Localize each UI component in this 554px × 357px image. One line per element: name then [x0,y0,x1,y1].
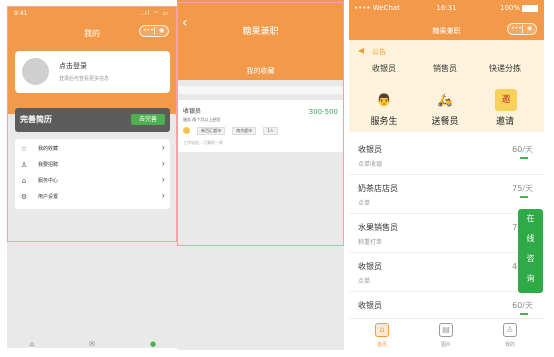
price-underline [520,157,528,159]
menu-item-label: 我的收藏 [38,146,59,152]
login-subtitle: 登录后可查看更多信息 [59,76,110,82]
menu-item-favorites[interactable]: ☆ 我的收藏 › [15,141,170,157]
speaker-icon: ◀ [358,46,365,55]
job-tag: 新百汇超市 [197,127,226,135]
job-name: 收银员 [358,301,382,310]
battery-percent: 100% [499,4,520,12]
category-label[interactable]: 邀请 [480,114,530,127]
person-icon: ♙ [20,161,28,169]
avatar[interactable] [22,58,49,85]
tab-home[interactable]: ⌂ 首页 [362,323,402,348]
miniprogram-capsule[interactable]: ••• ◉ [507,23,537,35]
menu-item-label: 服务中心 [38,178,59,184]
tab-label: 我的 [504,342,515,348]
chevron-right-icon: › [161,191,165,200]
message-icon[interactable]: ✉ [87,340,97,348]
chevron-right-icon: › [161,159,165,168]
document-icon: ▤ [439,323,453,337]
category-grid: 收银员 销售员 快递分拣 👨 🛵 邀 服务生 送餐员 邀请 [349,62,544,132]
job-tags: 新百汇超市 南京超市 1人 [183,127,280,135]
home-screen: •••• WeChat 16:31 100% 糖果兼职 ••• ◉ ◀ 公告 收… [349,0,544,351]
job-desc: 点单 [358,278,371,285]
more-icon[interactable]: ••• [511,24,522,34]
job-price: 75/天 [512,184,533,193]
job-card[interactable]: 收银员 300-500 服务 两个月以上经验 新百汇超市 南京超市 1人 工作轻… [177,100,344,152]
job-footer: 工作轻松，可兼职一周 [183,140,223,145]
service-icon: ⌂ [21,177,27,185]
home-icon[interactable]: ⌂ [27,340,37,348]
profile-menu: ☆ 我的收藏 › ♙ 我要招聘 › ⌂ 服务中心 › ⚙ 用户设置 › [15,139,170,209]
delivery-icon[interactable]: 🛵 [434,89,456,111]
notice-bar[interactable]: ◀ 公告 [349,40,544,62]
profile-icon[interactable]: ● [148,340,158,348]
miniprogram-capsule[interactable]: ••• ◉ [139,25,169,37]
tab-label: 首页 [376,342,387,348]
category-cashier[interactable]: 收银员 [359,63,409,74]
notice-label: 公告 [372,48,386,56]
job-name: 收银员 [358,262,382,271]
menu-item-settings[interactable]: ⚙ 用户设置 › [15,189,170,205]
profile-screen: 9:41 ..ıl ◠ ▭ 我的 ••• ◉ 点击登录 登录后可查看更多信息 完… [7,6,177,348]
more-icon[interactable]: ••• [143,26,154,36]
tab-bar: ⌂ 首页 ▤ 图片 ♙ 我的 [349,318,544,351]
job-name: 水果销售员 [358,223,398,232]
category-label[interactable]: 送餐员 [420,114,470,127]
status-icons: ..ıl ◠ ▭ [139,10,169,17]
list-item[interactable]: 奶茶店店员 点单 75/天 [349,175,544,214]
price-underline [520,196,528,198]
close-target-icon[interactable]: ◉ [527,24,532,34]
home-icon: ⌂ [375,323,389,337]
job-name: 收银员 [358,145,382,154]
list-item[interactable]: 收银员 点单收银 60/天 [349,136,544,175]
battery-status: 100% [500,4,538,12]
menu-item-label: 我要招聘 [38,162,59,168]
tab-bar: ⌂ ✉ ● [7,338,177,348]
invite-icon[interactable]: 邀 [495,89,517,111]
resume-banner[interactable]: 完善简历 去完善 [15,108,170,132]
category-sorting[interactable]: 快递分拣 [480,63,530,74]
gear-icon: ⚙ [20,193,28,201]
complete-resume-button[interactable]: 去完善 [131,114,165,125]
job-desc: 点单 [358,200,371,207]
job-requirement: 服务 两个月以上经验 [183,117,221,122]
menu-item-recruit[interactable]: ♙ 我要招聘 › [15,157,170,173]
tab-images[interactable]: ▤ 图片 [426,323,466,348]
job-name: 收银员 [183,108,202,115]
job-desc: 点单收银 [358,161,383,168]
waiter-icon[interactable]: 👨 [373,89,395,111]
chevron-right-icon: › [161,143,165,152]
online-consult-button[interactable]: 在 线 咨 询 [518,209,543,293]
tag-icon [183,127,190,134]
job-desc: 称重打单 [358,239,383,246]
category-label[interactable]: 服务生 [359,114,409,127]
job-pay: 300-500 [308,108,338,116]
list-item[interactable]: 收银员 点单 40/天 [349,253,544,292]
resume-title: 完善简历 [20,115,52,124]
battery-icon [522,4,538,12]
job-price: 60/天 [512,301,533,310]
app-title: 糖果兼职 [242,27,279,37]
tab-label: 图片 [440,342,451,348]
page-subtitle: 我的收藏 [246,67,275,75]
job-tag: 南京超市 [232,127,257,135]
job-tag: 1人 [263,127,278,135]
login-title[interactable]: 点击登录 [59,61,87,71]
status-time: 9:41 [14,10,28,17]
divider [177,86,344,94]
user-icon: ♙ [503,323,517,337]
login-card[interactable]: 点击登录 登录后可查看更多信息 [15,51,170,93]
price-underline [520,313,528,315]
close-target-icon[interactable]: ◉ [159,26,164,36]
job-name: 奶茶店店员 [358,184,398,193]
tab-mine[interactable]: ♙ 我的 [490,323,530,348]
job-price: 60/天 [512,145,533,154]
star-icon: ☆ [20,145,28,153]
list-item[interactable]: 水果销售员 称重打单 70/天 [349,214,544,253]
chevron-right-icon: › [161,175,165,184]
menu-item-service-center[interactable]: ⌂ 服务中心 › [15,173,170,189]
favorites-screen: ‹ 糖果兼职 我的收藏 收银员 300-500 服务 两个月以上经验 新百汇超市… [177,0,344,350]
category-sales[interactable]: 销售员 [420,63,470,74]
menu-item-label: 用户设置 [38,194,59,200]
job-list: 收银员 点单收银 60/天 奶茶店店员 点单 75/天 水果销售员 称重打单 7… [349,136,544,331]
